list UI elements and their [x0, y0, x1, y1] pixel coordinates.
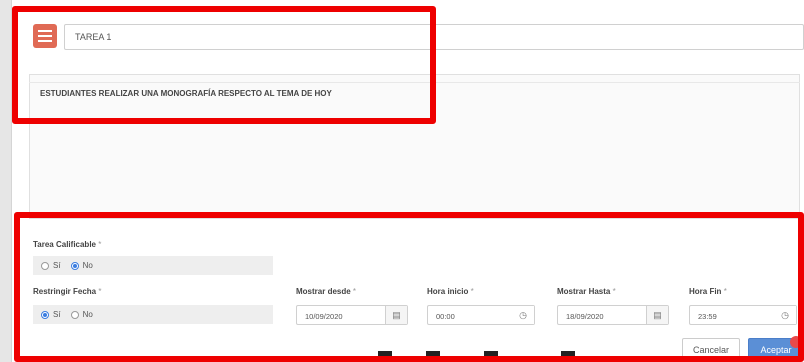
left-gutter: [0, 0, 12, 362]
highlight-frame-top: [12, 6, 436, 124]
highlight-frame-bottom: [14, 212, 804, 362]
